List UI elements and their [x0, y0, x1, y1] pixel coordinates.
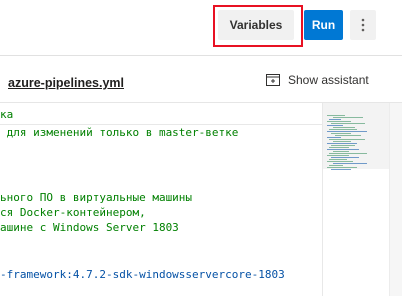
- show-assistant-label: Show assistant: [288, 73, 369, 87]
- code-line: ашине с Windows Server 1803: [0, 221, 179, 234]
- minimap-line: [333, 163, 367, 164]
- editor-toolbar: Variables Run: [0, 0, 402, 54]
- code-line: ся Docker-контейнером,: [0, 206, 146, 219]
- minimap-line: [331, 169, 351, 170]
- minimap-line: [333, 141, 351, 142]
- minimap-line: [327, 155, 349, 156]
- minimap-line: [329, 129, 357, 130]
- code-editor[interactable]: ка для изменений только в master-ветке ь…: [0, 103, 402, 296]
- minimap-line: [335, 135, 361, 136]
- minimap-line: [327, 125, 343, 126]
- more-actions-button[interactable]: [350, 10, 376, 40]
- minimap-line: [327, 161, 353, 162]
- minimap-line: [329, 159, 347, 160]
- minimap-line: [327, 115, 345, 116]
- minimap-line: [327, 143, 357, 144]
- minimap-line: [329, 147, 349, 148]
- code-area[interactable]: ка для изменений только в master-ветке ь…: [0, 103, 322, 296]
- minimap-line: [327, 149, 359, 150]
- minimap-line: [333, 151, 349, 152]
- minimap-line: [333, 127, 355, 128]
- minimap[interactable]: [323, 103, 389, 296]
- minimap-line: [329, 119, 341, 120]
- minimap-line: [331, 123, 365, 124]
- code-line: -framework:4.7.2-sdk-windowsservercore-1…: [0, 268, 285, 281]
- file-header: azure-pipelines.yml Show assistant: [0, 56, 402, 102]
- minimap-line: [329, 165, 343, 166]
- minimap-line: [327, 121, 351, 122]
- more-vertical-icon: [361, 18, 365, 32]
- code-line: ьного ПО в виртуальные машины: [0, 191, 193, 204]
- minimap-line: [333, 117, 363, 118]
- minimap-line: [331, 133, 351, 134]
- assistant-panel-icon: [266, 74, 280, 86]
- file-name-link[interactable]: azure-pipelines.yml: [8, 76, 124, 90]
- code-line: ка: [0, 108, 14, 121]
- current-line-indicator: [0, 124, 322, 125]
- run-button[interactable]: Run: [304, 10, 343, 40]
- minimap-line: [327, 131, 367, 132]
- minimap-line: [329, 153, 367, 154]
- code-line: для изменений только в master-ветке: [0, 126, 239, 139]
- minimap-line: [327, 167, 357, 168]
- minimap-line: [327, 137, 341, 138]
- vertical-scrollbar[interactable]: [389, 103, 402, 296]
- minimap-line: [331, 145, 355, 146]
- minimap-line: [329, 139, 365, 140]
- minimap-line: [331, 157, 359, 158]
- show-assistant-button[interactable]: Show assistant: [266, 73, 369, 87]
- variables-button[interactable]: Variables: [218, 10, 294, 40]
